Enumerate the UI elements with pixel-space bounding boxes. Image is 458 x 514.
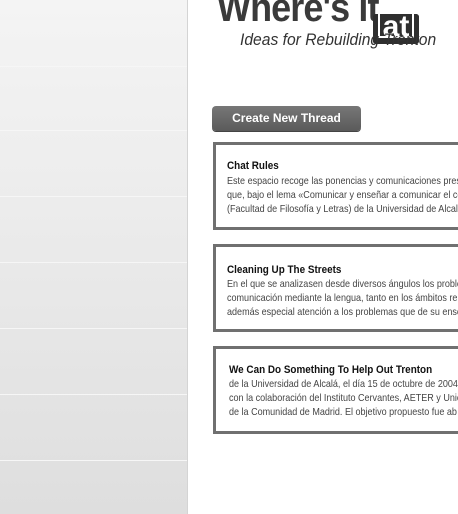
sidebar-divider	[0, 130, 187, 131]
sidebar-divider	[0, 66, 187, 67]
thread-excerpt: En el que se analizasen desde diversos á…	[227, 277, 458, 319]
thread-card[interactable]: Chat Rules Este espacio recoge las ponen…	[213, 142, 458, 230]
sidebar-divider	[0, 328, 187, 329]
excerpt-line: Este espacio recoge las ponencias y comu…	[227, 175, 458, 187]
thread-title[interactable]: We Can Do Something To Help Out Trenton	[229, 364, 432, 376]
excerpt-line: además especial atención a los problemas…	[227, 306, 458, 318]
excerpt-line: que, bajo el lema «Comunicar y enseñar a…	[227, 189, 458, 201]
excerpt-line: de la Universidad de Alcalá, el día 15 d…	[229, 378, 458, 390]
excerpt-line: de la Comunidad de Madrid. El objetivo p…	[229, 406, 457, 418]
thread-title[interactable]: Cleaning Up The Streets	[227, 264, 341, 276]
sidebar	[0, 0, 188, 514]
excerpt-line: comunicación mediante la lengua, tanto e…	[227, 292, 458, 304]
excerpt-line: con la colaboración del Instituto Cervan…	[229, 392, 458, 404]
sidebar-divider	[0, 460, 187, 461]
page-header: Where's it at Ideas for Rebuilding Trent…	[187, 0, 458, 60]
sidebar-divider	[0, 262, 187, 263]
create-thread-button[interactable]: Create New Thread	[212, 106, 361, 131]
thread-excerpt: Este espacio recoge las ponencias y comu…	[227, 174, 458, 216]
logo-text: Where's it	[217, 0, 380, 30]
excerpt-line: (Facultad de Filosofía y Letras) de la U…	[227, 203, 458, 215]
thread-excerpt: de la Universidad de Alcalá, el día 15 d…	[229, 377, 458, 419]
thread-title[interactable]: Chat Rules	[227, 160, 279, 172]
sidebar-divider	[0, 196, 187, 197]
thread-card[interactable]: We Can Do Something To Help Out Trenton …	[213, 346, 458, 434]
site-logo[interactable]: Where's it	[217, 0, 397, 30]
sidebar-divider	[0, 394, 187, 395]
site-tagline: Ideas for Rebuilding Trenton	[240, 30, 437, 49]
excerpt-line: En el que se analizasen desde diversos á…	[227, 278, 458, 290]
thread-card[interactable]: Cleaning Up The Streets En el que se ana…	[213, 244, 458, 332]
